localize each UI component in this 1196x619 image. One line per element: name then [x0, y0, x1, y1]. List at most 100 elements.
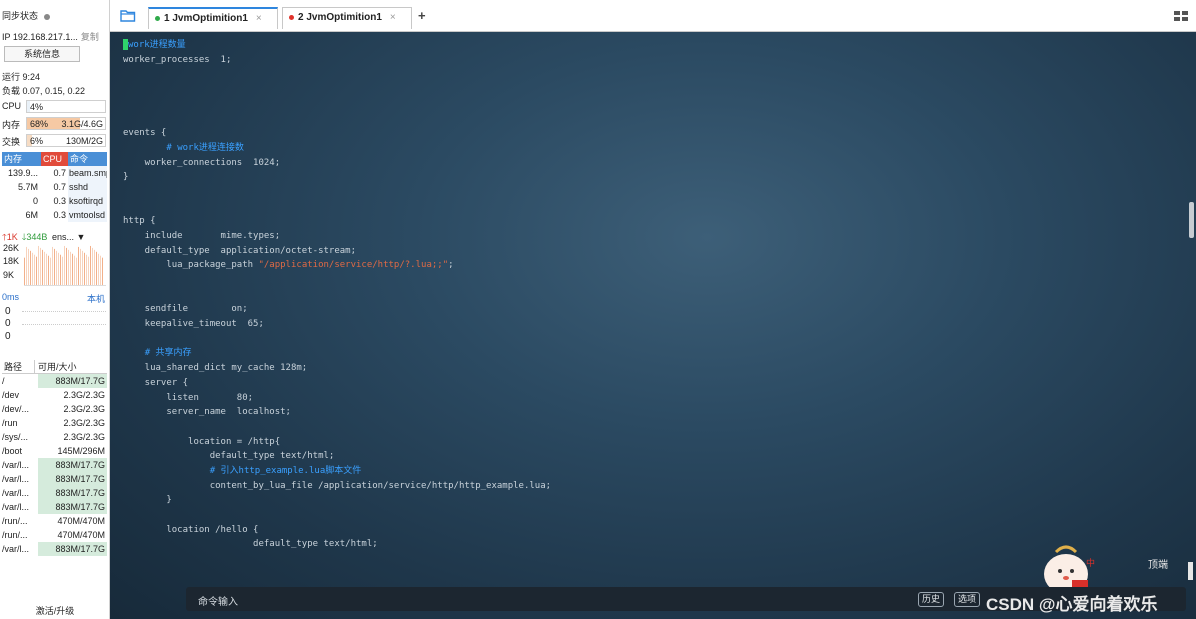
swap-meter: 交换 6% 130M/2G: [2, 134, 106, 147]
sync-status-icon: [44, 13, 51, 20]
disk-row[interactable]: /var/l... 883M/17.7G: [2, 486, 107, 500]
terminal[interactable]: work进程数量 worker_processes 1; events { # wo…: [110, 32, 1196, 619]
code-text: location = /http{: [123, 436, 281, 447]
latency-tick: 0: [5, 306, 11, 317]
cpu-meter: CPU 4%: [2, 100, 106, 113]
disk-usage: 2.3G/2.3G: [63, 390, 105, 400]
latency-host[interactable]: 本机: [87, 292, 105, 305]
disk-row[interactable]: /var/l... 883M/17.7G: [2, 472, 107, 486]
process-mem: 5.7M: [17, 182, 38, 192]
tab-bar: 1 JvmOptimition1 × 2 JvmOptimition1 × +: [110, 0, 1196, 32]
terminal-scrollbar[interactable]: [1189, 202, 1194, 238]
disk-row[interactable]: /dev/... 2.3G/2.3G: [2, 402, 107, 416]
latency-tick: 0: [5, 318, 11, 329]
terminal-output[interactable]: work进程数量 worker_processes 1; events { # wo…: [123, 38, 551, 552]
sidebar: 同步状态 IP 192.168.217.1... 复制 系统信息 运行 9:24 …: [0, 0, 110, 619]
scroll-to-top-label[interactable]: 顶端: [1148, 556, 1168, 571]
disk-size-header[interactable]: 可用/大小: [35, 360, 107, 373]
add-tab-icon[interactable]: +: [418, 8, 426, 23]
terminal-line: default_type application/octet-stream;: [123, 244, 551, 259]
layout-grid-icon[interactable]: [1174, 11, 1188, 21]
network-header[interactable]: 🡑1K 🡓344B ens... ▼: [2, 230, 107, 242]
command-input[interactable]: 命令输入: [198, 593, 238, 608]
terminal-line: content_by_lua_file /application/service…: [123, 479, 551, 494]
tab-label: 2 JvmOptimition1: [298, 12, 382, 23]
process-row[interactable]: 139.9... 0.7 beam.smp: [2, 166, 107, 180]
process-cpu: 0.3: [53, 210, 66, 220]
disk-usage: 883M/17.7G: [38, 500, 107, 514]
network-activity-bar: [30, 250, 31, 285]
download-speed: 🡓344B: [21, 232, 48, 242]
sort-by-command[interactable]: 命令: [68, 152, 107, 166]
network-interface[interactable]: ens...: [52, 232, 74, 242]
process-row[interactable]: 5.7M 0.7 sshd: [2, 180, 107, 194]
terminal-line: default_type text/html;: [123, 537, 551, 552]
terminal-line: server_name localhost;: [123, 405, 551, 420]
network-activity-bar: [88, 256, 89, 285]
sort-by-cpu[interactable]: CPU: [41, 152, 68, 166]
history-button[interactable]: 历史: [918, 592, 945, 607]
network-activity-bar: [44, 251, 45, 285]
code-text: lua_package_path: [123, 260, 259, 271]
disk-row[interactable]: /var/l... 883M/17.7G: [2, 500, 107, 514]
disk-row[interactable]: /sys/... 2.3G/2.3G: [2, 430, 107, 444]
network-activity-bar: [66, 247, 67, 285]
disk-row[interactable]: / 883M/17.7G: [2, 374, 107, 388]
ip-row: IP 192.168.217.1... 复制: [2, 30, 99, 43]
memory-value: 3.1G/4.6G: [61, 119, 103, 129]
network-activity-bar: [54, 248, 55, 285]
swap-value: 130M/2G: [65, 136, 103, 146]
disk-path-header[interactable]: 路径: [2, 360, 35, 373]
disk-row[interactable]: /var/l... 883M/17.7G: [2, 458, 107, 472]
terminal-line: location = /http{: [123, 435, 551, 450]
latency-value: 0ms: [2, 292, 20, 302]
network-activity-bar: [60, 254, 61, 285]
disk-path: /var/l...: [2, 460, 30, 470]
disk-usage: 883M/17.7G: [38, 542, 107, 556]
disk-row[interactable]: /var/l... 883M/17.7G: [2, 542, 107, 556]
code-text: events {: [123, 128, 167, 139]
disk-row[interactable]: /run/... 470M/470M: [2, 514, 107, 528]
network-activity-bar: [32, 252, 33, 285]
disk-row[interactable]: /run/... 470M/470M: [2, 528, 107, 542]
copy-ip-link[interactable]: 复制: [81, 32, 99, 42]
process-cmd: beam.smp: [68, 166, 107, 180]
options-button[interactable]: 选项: [954, 592, 981, 607]
code-string: "/application/service/http/?.lua;;": [258, 260, 449, 271]
chevron-down-icon[interactable]: ▼: [74, 232, 85, 242]
memory-percent: 68%: [30, 119, 49, 129]
system-info-button[interactable]: 系统信息: [4, 46, 80, 62]
net-y-tick: 26K: [3, 243, 20, 253]
folder-icon[interactable]: [120, 9, 136, 22]
process-row[interactable]: 0 0.3 ksoftirqd: [2, 194, 107, 208]
network-activity-bar: [64, 245, 65, 285]
close-icon[interactable]: ×: [390, 12, 396, 23]
process-mem: 139.9...: [7, 168, 38, 178]
disk-row[interactable]: /run 2.3G/2.3G: [2, 416, 107, 430]
tab-jvmoptimition1-1[interactable]: 1 JvmOptimition1 ×: [148, 7, 278, 29]
tab-jvmoptimition1-2[interactable]: 2 JvmOptimition1 ×: [282, 7, 412, 29]
disk-row[interactable]: /dev 2.3G/2.3G: [2, 388, 107, 402]
network-activity-bar: [56, 250, 57, 285]
disk-path: /dev: [2, 390, 20, 400]
code-text: default_type application/octet-stream;: [123, 245, 356, 256]
code-text: server {: [123, 377, 189, 388]
disk-row[interactable]: /boot 145M/296M: [2, 444, 107, 458]
sort-by-memory[interactable]: 内存: [2, 152, 41, 166]
disk-path: /dev/...: [2, 404, 30, 414]
load-average: 负载 0.07, 0.15, 0.22: [2, 86, 86, 96]
swap-label: 交换: [2, 137, 21, 147]
network-activity-bar: [98, 253, 99, 285]
sync-status[interactable]: 同步状态: [2, 9, 51, 22]
code-comment: # 共享内存: [144, 348, 192, 359]
activate-upgrade-link[interactable]: 激活/升级: [0, 604, 110, 617]
latency-tick: 0: [5, 331, 11, 342]
network-activity-bar: [74, 255, 75, 285]
close-icon[interactable]: ×: [256, 13, 262, 24]
terminal-line: location /hello {: [123, 523, 551, 538]
process-row[interactable]: 6M 0.3 vmtoolsd: [2, 208, 107, 222]
code-text: ;: [448, 260, 454, 271]
scroll-thumb[interactable]: [1188, 562, 1193, 580]
network-activity-bar: [42, 249, 43, 285]
